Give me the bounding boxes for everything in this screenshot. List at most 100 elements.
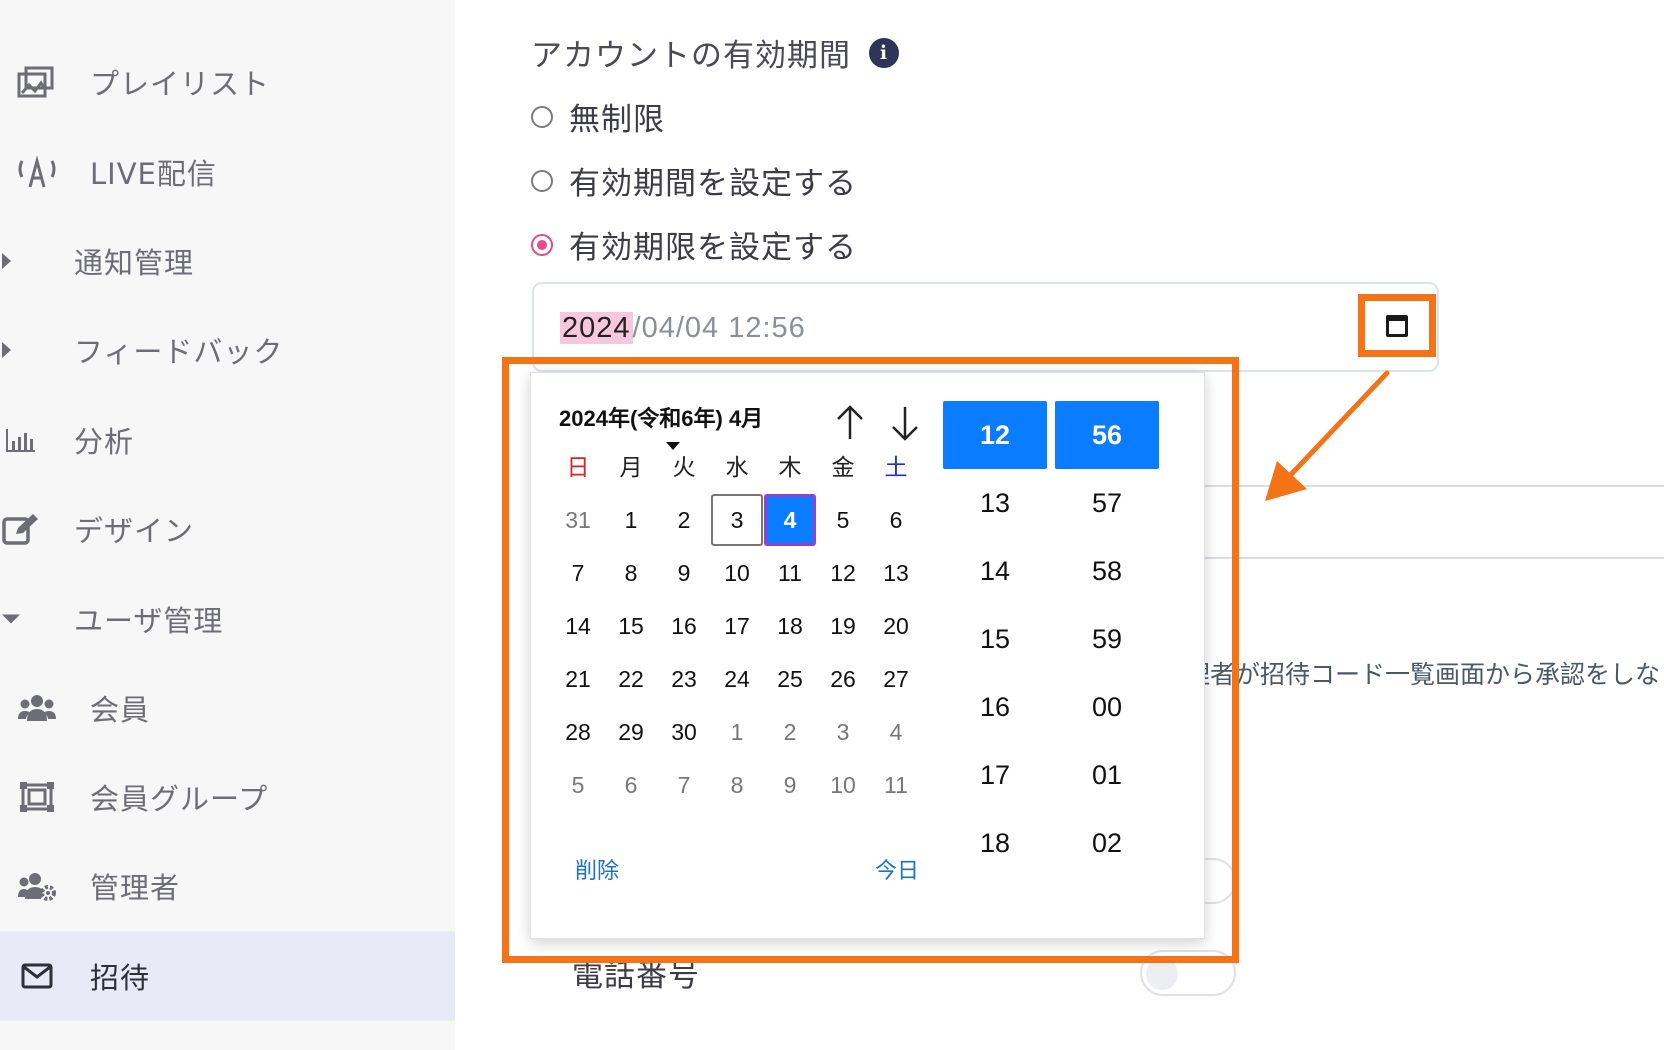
calendar-day[interactable]: 5	[817, 494, 869, 546]
toggle-knob	[1146, 958, 1178, 990]
arrow-up-icon[interactable]	[830, 403, 870, 443]
calendar-day[interactable]: 4	[870, 706, 922, 758]
radio-set-expiry[interactable]: 有効期限を設定する	[531, 222, 857, 267]
sidebar-item-label: デザイン	[74, 514, 195, 548]
minute-option[interactable]: 00	[1055, 673, 1159, 741]
hour-option[interactable]: 14	[943, 537, 1047, 605]
calendar-day[interactable]: 28	[552, 706, 604, 758]
weekday-header: 日	[566, 454, 590, 480]
toggle-switch-phone[interactable]	[1140, 950, 1236, 996]
calendar-day[interactable]: 23	[658, 653, 710, 705]
sidebar-item-label: 招待	[90, 961, 151, 995]
datetime-value[interactable]: 2024/04/04 12:56	[560, 312, 806, 345]
calendar-day[interactable]: 15	[605, 600, 657, 652]
radio-set-period[interactable]: 有効期間を設定する	[531, 158, 857, 203]
minute-option[interactable]: 59	[1055, 605, 1159, 673]
calendar-button[interactable]	[1358, 294, 1436, 357]
sidebar-item-playlist[interactable]: プレイリスト	[0, 47, 455, 117]
today-button[interactable]: 今日	[875, 853, 919, 885]
month-year-selector[interactable]: 2024年(令和6年) 4月	[559, 401, 763, 433]
clear-button[interactable]: 削除	[575, 853, 619, 885]
calendar-day[interactable]: 18	[764, 600, 816, 652]
calendar-day[interactable]: 11	[764, 547, 816, 599]
calendar-day[interactable]: 5	[552, 759, 604, 811]
calendar-day[interactable]: 16	[658, 600, 710, 652]
radio-button-checked[interactable]	[531, 233, 553, 256]
sidebar-item-feedback[interactable]: フィードバック	[0, 315, 455, 385]
hour-option[interactable]: 12	[943, 401, 1047, 469]
bar-chart-icon	[0, 419, 42, 461]
calendar-day[interactable]: 14	[552, 600, 604, 652]
info-icon[interactable]: i	[869, 37, 899, 68]
live-broadcast-icon	[16, 151, 58, 193]
group-frame-icon	[16, 776, 58, 818]
hour-option[interactable]: 17	[943, 741, 1047, 809]
calendar-day[interactable]: 11	[870, 759, 922, 811]
calendar-day[interactable]: 29	[605, 706, 657, 758]
calendar-day[interactable]: 6	[870, 494, 922, 546]
sidebar-item-live[interactable]: LIVE配信	[0, 137, 455, 207]
calendar-day[interactable]: 7	[658, 759, 710, 811]
radio-button[interactable]	[531, 105, 553, 128]
sidebar-item-user-management[interactable]: ユーザ管理	[0, 584, 455, 654]
hour-option[interactable]: 16	[943, 673, 1047, 741]
calendar-day[interactable]: 19	[817, 600, 869, 652]
calendar-day[interactable]: 9	[764, 759, 816, 811]
hour-option[interactable]: 13	[943, 469, 1047, 537]
calendar-day[interactable]: 13	[870, 547, 922, 599]
arrow-down-icon[interactable]	[885, 403, 925, 443]
sidebar-item-members[interactable]: 会員	[0, 673, 455, 743]
calendar-day[interactable]: 2	[658, 494, 710, 546]
minute-option[interactable]: 01	[1055, 741, 1159, 809]
calendar-day[interactable]: 7	[552, 547, 604, 599]
sidebar-item-member-groups[interactable]: 会員グループ	[0, 762, 455, 832]
calendar-day[interactable]: 31	[552, 494, 604, 546]
calendar-day[interactable]: 26	[817, 653, 869, 705]
sidebar-item-admins[interactable]: 管理者	[0, 851, 455, 921]
calendar-day[interactable]: 21	[552, 653, 604, 705]
calendar-day[interactable]: 10	[817, 759, 869, 811]
calendar-day[interactable]: 25	[764, 653, 816, 705]
hour-option[interactable]: 18	[943, 809, 1047, 877]
users-icon	[16, 687, 58, 729]
minute-option[interactable]: 58	[1055, 537, 1159, 605]
date-year-segment[interactable]: 2024	[560, 312, 633, 344]
calendar-day[interactable]: 20	[870, 600, 922, 652]
calendar-day[interactable]: 17	[711, 600, 763, 652]
minute-option[interactable]: 02	[1055, 809, 1159, 877]
calendar-day[interactable]: 24	[711, 653, 763, 705]
calendar-day[interactable]: 22	[605, 653, 657, 705]
sidebar-item-analytics[interactable]: 分析	[0, 405, 455, 475]
calendar-day[interactable]: 10	[711, 547, 763, 599]
calendar-day[interactable]: 3	[817, 706, 869, 758]
radio-label: 有効期間を設定する	[569, 166, 857, 202]
playlist-icon	[16, 61, 58, 103]
weekday-header: 土	[884, 454, 908, 480]
minute-option[interactable]: 57	[1055, 469, 1159, 537]
sidebar-item-label: 通知管理	[74, 246, 195, 280]
radio-button[interactable]	[531, 169, 553, 192]
calendar-day[interactable]: 9	[658, 547, 710, 599]
radio-unlimited[interactable]: 無制限	[531, 94, 665, 139]
calendar-day[interactable]: 8	[711, 759, 763, 811]
calendar-day[interactable]: 1	[605, 494, 657, 546]
expiry-datetime-input[interactable]: 2024/04/04 12:56	[532, 282, 1439, 372]
phone-label: 電話番号	[572, 958, 700, 994]
hour-option[interactable]: 15	[943, 605, 1047, 673]
calendar-day[interactable]: 2	[764, 706, 816, 758]
invite-description: 理者が招待コード一覧画面から承認をしな	[1185, 660, 1661, 689]
date-rest-segment[interactable]: /04/04 12:56	[633, 312, 806, 344]
calendar-day[interactable]: 8	[605, 547, 657, 599]
sidebar-item-notifications[interactable]: 通知管理	[0, 226, 455, 296]
calendar-day[interactable]: 30	[658, 706, 710, 758]
sidebar-item-design[interactable]: デザイン	[0, 494, 455, 564]
calendar-day[interactable]: 27	[870, 653, 922, 705]
calendar-day[interactable]: 1	[711, 706, 763, 758]
calendar-day[interactable]: 3	[711, 494, 763, 546]
radio-label: 有効期限を設定する	[569, 230, 857, 266]
calendar-day[interactable]: 12	[817, 547, 869, 599]
sidebar-item-invite[interactable]: 招待	[0, 931, 455, 1021]
calendar-day[interactable]: 6	[605, 759, 657, 811]
minute-option[interactable]: 56	[1055, 401, 1159, 469]
calendar-day[interactable]: 4	[764, 494, 816, 546]
